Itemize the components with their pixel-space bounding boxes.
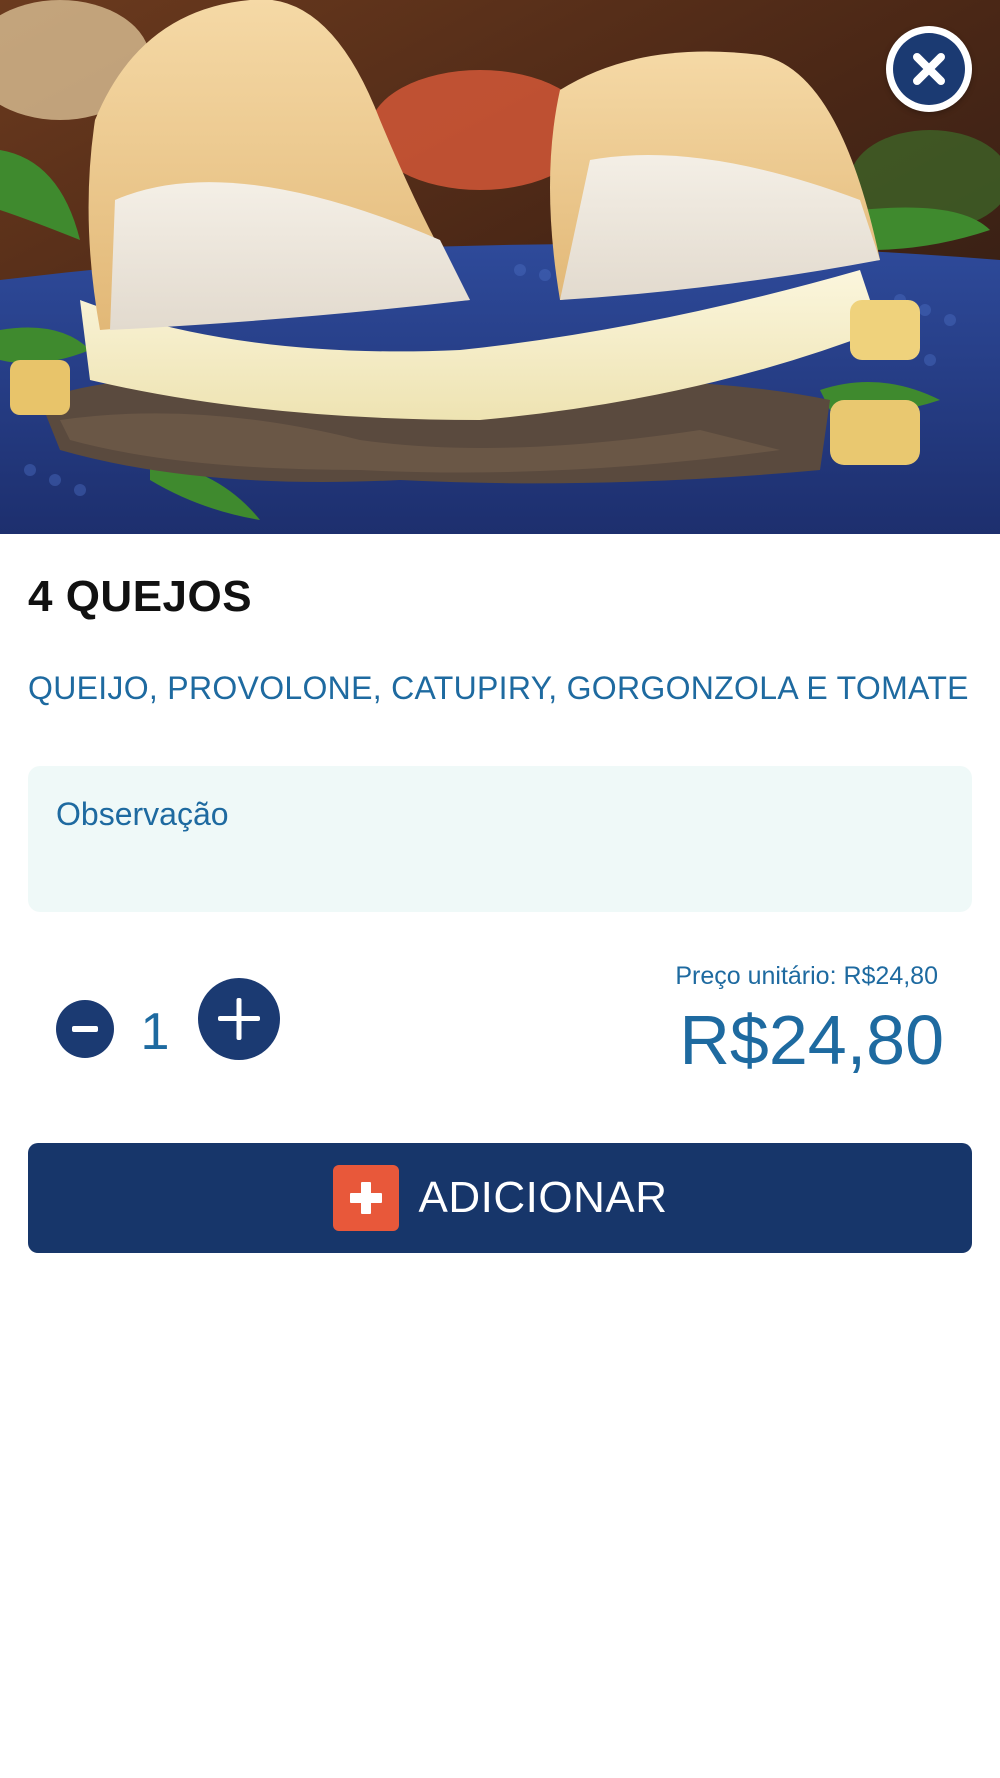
minus-icon bbox=[72, 1026, 98, 1032]
unit-price: Preço unitário: R$24,80 bbox=[675, 962, 938, 990]
increase-quantity-button[interactable] bbox=[198, 978, 280, 1060]
decrease-quantity-button[interactable] bbox=[56, 1000, 114, 1058]
close-icon bbox=[893, 33, 965, 105]
product-image bbox=[0, 0, 1000, 534]
observation-field[interactable] bbox=[28, 766, 972, 912]
sandwich-photo bbox=[0, 0, 1000, 534]
close-button[interactable] bbox=[886, 26, 972, 112]
total-price: R$24,80 bbox=[679, 1001, 944, 1079]
plus-icon bbox=[218, 998, 260, 1040]
quantity-value: 1 bbox=[140, 1003, 170, 1061]
add-button-label: ADICIONAR bbox=[418, 1173, 668, 1222]
plus-icon bbox=[332, 1165, 399, 1231]
add-to-cart-button[interactable]: ADICIONAR bbox=[28, 1143, 972, 1253]
product-title: 4 QUEJOS bbox=[28, 572, 253, 621]
product-description: QUEIJO, PROVOLONE, CATUPIRY, GORGONZOLA … bbox=[28, 670, 969, 706]
